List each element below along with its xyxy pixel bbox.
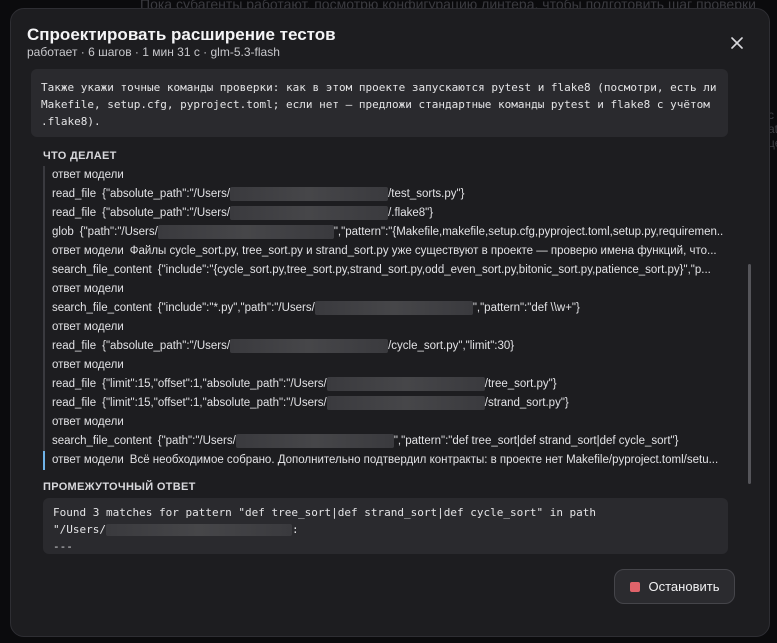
timeline-row-label: ответ модели	[52, 454, 124, 466]
timeline-row[interactable]: ответ модели Файлы cycle_sort.py, tree_so…	[43, 242, 723, 261]
dialog-title: Спроектировать расширение тестов	[27, 25, 336, 44]
timeline-row[interactable]: read_file {"limit":15,"offset":1,"absolut…	[43, 375, 723, 394]
timeline-row[interactable]: read_file {"absolute_path":"/Users//.flak…	[43, 204, 723, 223]
close-button[interactable]	[727, 33, 747, 53]
timeline-row-label: ответ модели	[52, 169, 124, 181]
timeline-row-detail: {"path":"/Users/","pattern":"{Makefile,m…	[79, 224, 723, 239]
subagent-dialog: Спроектировать расширение тестов работае…	[10, 8, 770, 637]
timeline-row[interactable]: search_file_content {"include":"{cycle_so…	[43, 261, 723, 280]
timeline-row[interactable]: read_file {"absolute_path":"/Users//cycle…	[43, 337, 723, 356]
redacted-path	[105, 524, 292, 536]
timeline-row[interactable]: ответ модели	[43, 356, 723, 375]
redacted-path	[235, 433, 394, 448]
stop-button[interactable]: Остановить	[614, 569, 735, 604]
intermediate-output: Found 3 matches for pattern "def tree_so…	[43, 498, 728, 554]
timeline-row-label: glob	[52, 226, 74, 238]
timeline-row-label: ответ модели	[52, 245, 124, 257]
timeline-row-detail: Всё необходимое собрано. Дополнительно п…	[129, 454, 719, 466]
timeline-row-detail: {"absolute_path":"/Users//.flake8"}	[102, 205, 434, 220]
timeline-row[interactable]: read_file {"limit":15,"offset":1,"absolut…	[43, 394, 723, 413]
redacted-path	[230, 338, 389, 353]
timeline-row[interactable]: ответ модели Всё необходимое собрано. Доп…	[43, 451, 723, 470]
timeline-row-detail: {"absolute_path":"/Users//test_sorts.py"…	[102, 186, 465, 201]
timeline-row-label: read_file	[52, 207, 97, 219]
activity-timeline: ответ модели read_file {"absolute_path":"/…	[43, 166, 723, 470]
timeline-row[interactable]: ответ модели	[43, 318, 723, 337]
redacted-path	[314, 300, 473, 315]
timeline-row-detail: {"absolute_path":"/Users//cycle_sort.py"…	[102, 338, 515, 353]
intermediate-output-text: Found 3 matches for pattern "def tree_so…	[53, 506, 597, 553]
scrollbar[interactable]	[748, 264, 751, 484]
timeline-row-label: ответ модели	[52, 359, 124, 371]
stop-button-label: Остановить	[648, 579, 720, 594]
timeline-row[interactable]: search_file_content {"include":"*.py","pa…	[43, 299, 723, 318]
timeline-row-label: search_file_content	[52, 264, 152, 276]
timeline-row-label: search_file_content	[52, 302, 152, 314]
timeline-row-label: read_file	[52, 378, 97, 390]
timeline-row[interactable]: glob {"path":"/Users/","pattern":"{Makefi…	[43, 223, 723, 242]
timeline-row-label: read_file	[52, 397, 97, 409]
redacted-path	[230, 186, 389, 201]
redacted-path	[157, 224, 334, 239]
section-what-it-does: ЧТО ДЕЛАЕТ	[43, 150, 117, 162]
timeline-row-detail: {"limit":15,"offset":1,"absolute_path":"…	[102, 376, 557, 391]
timeline-row-detail: Файлы cycle_sort.py, tree_sort.py и stra…	[129, 245, 717, 257]
timeline-row[interactable]: ответ модели	[43, 280, 723, 299]
close-icon	[731, 37, 743, 49]
timeline-row-detail: {"path":"/Users/","pattern":"def tree_so…	[157, 433, 679, 448]
timeline-row-label: ответ модели	[52, 416, 124, 428]
timeline-row-label: ответ модели	[52, 321, 124, 333]
task-prompt-text: Также укажи точные команды проверки: как…	[41, 81, 717, 128]
stop-icon	[629, 581, 640, 592]
redacted-path	[326, 376, 485, 391]
timeline-row-label: read_file	[52, 188, 97, 200]
timeline-row-detail: {"include":"*.py","path":"/Users/","patt…	[157, 300, 580, 315]
section-intermediate-result: ПРОМЕЖУТОЧНЫЙ ОТВЕТ	[43, 481, 196, 493]
timeline-row-label: read_file	[52, 340, 97, 352]
timeline-row-label: ответ модели	[52, 283, 124, 295]
timeline-row[interactable]: read_file {"absolute_path":"/Users//test_…	[43, 185, 723, 204]
timeline-row-detail: {"limit":15,"offset":1,"absolute_path":"…	[102, 395, 569, 410]
task-prompt: Также укажи точные команды проверки: как…	[31, 69, 728, 137]
timeline-row[interactable]: ответ модели	[43, 413, 723, 432]
timeline-row-label: search_file_content	[52, 435, 152, 447]
timeline-row-detail: {"include":"{cycle_sort.py,tree_sort.py,…	[157, 264, 711, 276]
redacted-path	[326, 395, 485, 410]
timeline-row[interactable]: ответ модели	[43, 166, 723, 185]
timeline-row[interactable]: search_file_content {"path":"/Users/","pa…	[43, 432, 723, 451]
dialog-subtitle: работает · 6 шагов · 1 мин 31 с · glm-5.…	[27, 45, 280, 59]
redacted-path	[230, 205, 389, 220]
